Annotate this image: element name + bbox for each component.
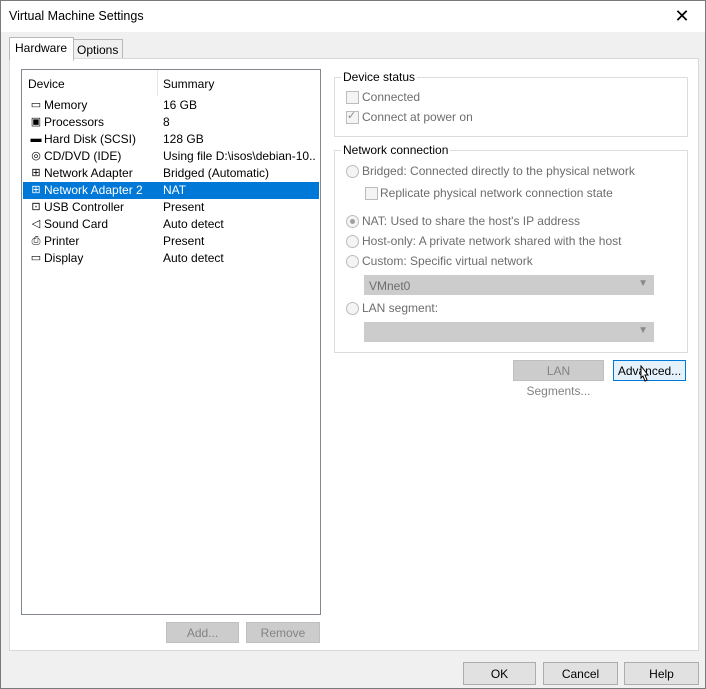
cd-dvd-icon: ◎ [31, 150, 41, 162]
network-connection-label: Network connection [341, 143, 451, 157]
network-connection-group: Network connection Bridged: Connected di… [334, 143, 688, 353]
device-summary: NAT [163, 183, 187, 197]
replicate-state-label: Replicate physical network connection st… [380, 186, 613, 200]
device-summary: 128 GB [163, 132, 204, 146]
table-row[interactable]: ◁ Sound Card Auto detect [23, 216, 319, 233]
device-list-header: Device Summary [22, 70, 320, 96]
title-bar: Virtual Machine Settings ✕ [1, 1, 705, 32]
host-only-radio[interactable] [346, 235, 359, 248]
add-device-button[interactable]: Add... [166, 622, 239, 643]
hard-disk-icon: ▬ [30, 133, 42, 145]
replicate-state-checkbox[interactable] [365, 187, 378, 200]
connect-at-power-on-label: Connect at power on [362, 110, 473, 124]
lan-segment-radio[interactable] [346, 302, 359, 315]
custom-radio[interactable] [346, 255, 359, 268]
nat-radio[interactable] [346, 215, 359, 228]
device-name: Hard Disk (SCSI) [44, 132, 137, 146]
custom-network-value: VMnet0 [369, 279, 411, 293]
device-name: Processors [44, 115, 105, 129]
chevron-down-icon: ▼ [638, 278, 648, 289]
table-row[interactable]: ⎙ Printer Present [23, 233, 319, 250]
device-name: Printer [44, 234, 80, 248]
tab-options-label: Options [77, 43, 119, 57]
vm-settings-window: Virtual Machine Settings ✕ Hardware Opti… [0, 0, 706, 689]
connected-label: Connected [362, 90, 421, 104]
ok-button[interactable]: OK [463, 662, 536, 685]
lan-segment-select[interactable]: ▼ [364, 322, 654, 342]
device-name: Sound Card [44, 217, 109, 231]
window-title: Virtual Machine Settings [9, 9, 144, 23]
device-name: Network Adapter [44, 166, 133, 180]
speaker-icon: ◁ [31, 218, 41, 230]
custom-network-select[interactable]: VMnet0 ▼ [364, 275, 654, 295]
host-only-label: Host-only: A private network shared with… [362, 234, 622, 248]
device-summary: 16 GB [163, 98, 198, 112]
table-row[interactable]: ⊞ Network Adapter Bridged (Automatic) [23, 165, 319, 182]
table-row[interactable]: ▣ Processors 8 [23, 114, 319, 131]
chevron-down-icon: ▼ [638, 325, 648, 336]
device-name: Display [44, 251, 84, 265]
column-divider[interactable] [157, 70, 158, 96]
remove-device-button[interactable]: Remove [246, 622, 320, 643]
device-status-label: Device status [341, 70, 418, 84]
table-row[interactable]: ⊡ USB Controller Present [23, 199, 319, 216]
printer-icon: ⎙ [31, 235, 41, 247]
table-row[interactable]: ⊞ Network Adapter 2 NAT [23, 182, 319, 199]
usb-icon: ⊡ [31, 201, 41, 213]
connect-at-power-on-checkbox[interactable] [346, 109, 359, 124]
device-summary: Present [163, 234, 205, 248]
device-status-group: Device status Connected Connect at power… [334, 70, 688, 137]
device-summary: Using file D:\isos\debian-10.... [163, 149, 315, 163]
device-summary: Auto detect [163, 251, 224, 265]
device-name: CD/DVD (IDE) [44, 149, 122, 163]
network-adapter-icon: ⊞ [31, 167, 41, 179]
mouse-pointer-icon [640, 365, 650, 382]
table-row[interactable]: ▭ Memory 16 GB [23, 97, 319, 114]
device-name: Memory [44, 98, 88, 112]
device-summary: Present [163, 200, 205, 214]
device-summary: 8 [163, 115, 170, 129]
display-icon: ▭ [30, 252, 42, 264]
column-header-device[interactable]: Device [28, 77, 65, 91]
cancel-button[interactable]: Cancel [543, 662, 618, 685]
nat-label: NAT: Used to share the host's IP address [362, 214, 580, 228]
network-adapter-icon: ⊞ [31, 184, 41, 196]
device-name: Network Adapter 2 [44, 183, 143, 197]
close-icon[interactable]: ✕ [659, 1, 705, 32]
memory-icon: ▭ [30, 99, 42, 111]
table-row[interactable]: ◎ CD/DVD (IDE) Using file D:\isos\debian-1… [23, 148, 319, 165]
tab-hardware[interactable]: Hardware [9, 37, 74, 61]
tab-hardware-label: Hardware [15, 41, 68, 55]
bridged-label: Bridged: Connected directly to the physi… [362, 164, 635, 178]
custom-label: Custom: Specific virtual network [362, 254, 533, 268]
processor-icon: ▣ [30, 116, 42, 128]
help-button[interactable]: Help [624, 662, 699, 685]
table-row[interactable]: ▭ Display Auto detect [23, 250, 319, 267]
device-summary: Bridged (Automatic) [163, 166, 270, 180]
device-list[interactable]: Device Summary ▭ Memory 16 GB ▣ Processors 8 ▬… [21, 69, 321, 615]
hardware-panel: Device Summary ▭ Memory 16 GB ▣ Processors 8 ▬… [9, 58, 699, 651]
column-header-summary[interactable]: Summary [163, 77, 214, 91]
device-name: USB Controller [44, 200, 125, 214]
lan-segment-label: LAN segment: [362, 301, 439, 315]
table-row[interactable]: ▬ Hard Disk (SCSI) 128 GB [23, 131, 319, 148]
connected-checkbox[interactable] [346, 91, 359, 104]
device-summary: Auto detect [163, 217, 224, 231]
bridged-radio[interactable] [346, 165, 359, 178]
lan-segments-button[interactable]: LAN Segments... [513, 360, 604, 398]
